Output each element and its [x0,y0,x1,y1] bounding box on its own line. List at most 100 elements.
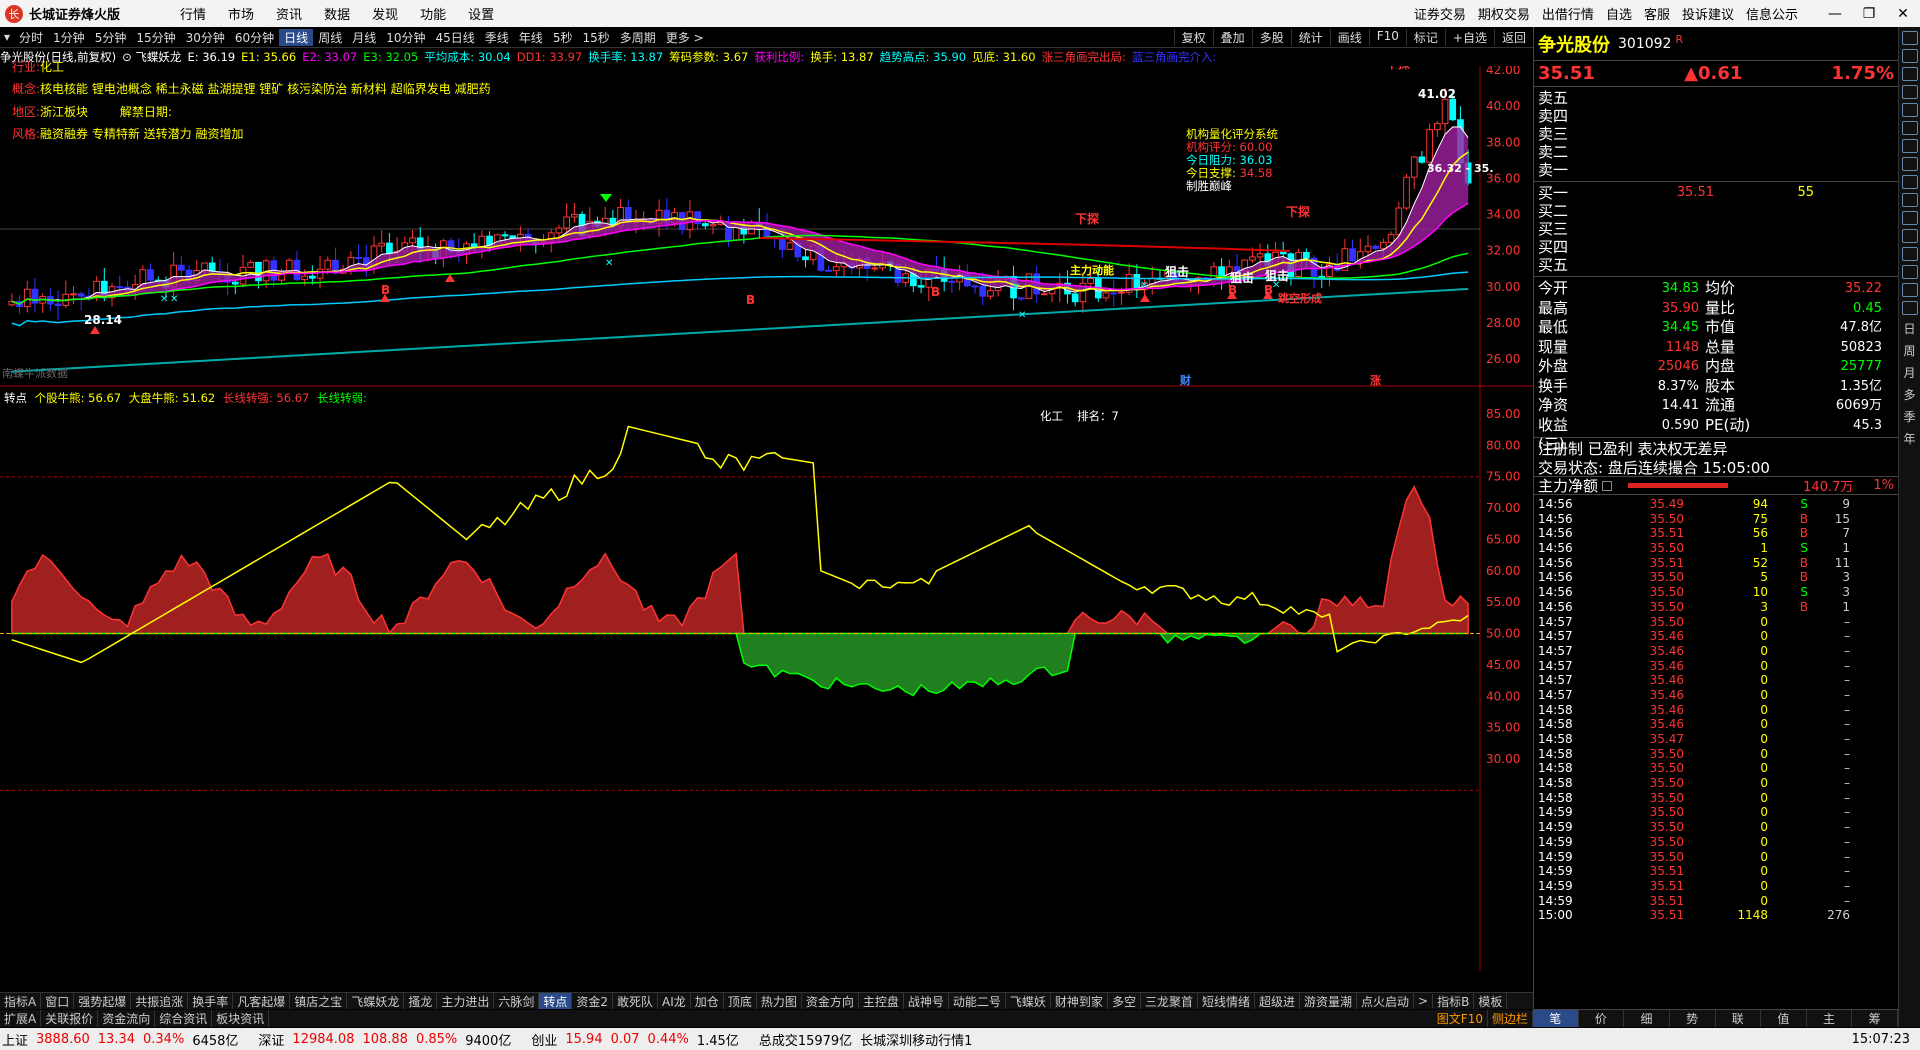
buy-level-0[interactable]: 买一 35.51 55 [1534,184,1898,202]
toolbar-period-2[interactable]: 月 [1899,364,1920,381]
period-tab-1[interactable]: 1分钟 [48,29,90,46]
top-right-menu-5[interactable]: 投诉建议 [1682,4,1734,23]
tick-list[interactable]: 14:56 35.49 94 S 9 14:56 35.50 75 B 15 14:56 35.51 5… [1534,495,1898,923]
period-tab-16[interactable]: 更多 > [661,29,709,46]
indicator-tab-13[interactable]: 敢死队 [613,993,659,1009]
indicator-tab-32[interactable]: 模板 [1474,993,1508,1009]
chart-area[interactable]: 42.00 40.00 38.00 36.00 34.00 32.00 30.00 28.00… [0,60,1533,972]
indicator-tab-31[interactable]: 指标B [1433,993,1475,1009]
quote-tab-1[interactable]: 价 [1579,1010,1625,1027]
toolbar-icon[interactable] [1902,283,1918,297]
indicator-tab-17[interactable]: 热力图 [757,993,802,1009]
period-tab-5[interactable]: 60分钟 [230,29,279,46]
menu-item-2[interactable]: 资讯 [276,8,302,23]
period-tab-14[interactable]: 15秒 [577,29,614,46]
period-tab-2[interactable]: 5分钟 [90,29,132,46]
sell-level-3[interactable]: 卖二 [1534,143,1898,161]
extension-tab-4[interactable]: 板块资讯 [212,1010,270,1027]
extension-tab-0[interactable]: 扩展A [0,1010,42,1027]
minimize-icon[interactable]: — [1818,6,1852,22]
toolbar-period-5[interactable]: 年 [1899,430,1920,447]
toolbar-icon[interactable] [1902,265,1918,279]
extension-tab-1[interactable]: 关联报价 [41,1010,99,1027]
buy-level-2[interactable]: 买三 [1534,220,1898,238]
tool-button-5[interactable]: F10 [1368,28,1406,46]
toolbar-icon[interactable] [1902,175,1918,189]
indicator-tab-23[interactable]: 财神到家 [1051,993,1108,1009]
period-tab-13[interactable]: 5秒 [548,29,578,46]
extension-right-tab-1[interactable]: 侧边栏 [1488,1010,1533,1027]
indicator-tab-0[interactable]: 指标A [0,993,42,1009]
quote-tab-2[interactable]: 细 [1624,1010,1670,1027]
indicator-tab-20[interactable]: 战神号 [904,993,949,1009]
period-tab-7[interactable]: 周线 [313,29,347,46]
tool-button-7[interactable]: +自选 [1444,28,1494,46]
indicator-tab-9[interactable]: 主力进出 [437,993,495,1009]
period-tab-8[interactable]: 月线 [347,29,381,46]
quote-tab-3[interactable]: 势 [1670,1010,1716,1027]
quote-tab-4[interactable]: 联 [1716,1010,1762,1027]
restore-icon[interactable]: ❐ [1852,6,1886,22]
indicator-tab-21[interactable]: 动能二号 [949,993,1006,1009]
indicator-tab-4[interactable]: 换手率 [188,993,234,1009]
tool-button-4[interactable]: 画线 [1329,28,1369,46]
quote-tab-0[interactable]: 笔 [1533,1010,1579,1027]
indicator-tab-8[interactable]: 搔龙 [404,993,438,1009]
indicator-tab-26[interactable]: 短线情绪 [1198,993,1255,1009]
toolbar-period-3[interactable]: 多 [1899,386,1920,403]
toolbar-icon[interactable] [1902,211,1918,225]
toolbar-period-0[interactable]: 日 [1899,320,1920,337]
period-tab-3[interactable]: 15分钟 [131,29,180,46]
toolbar-icon[interactable] [1902,85,1918,99]
toolbar-icon[interactable] [1902,229,1918,243]
indicator-tab-12[interactable]: 资金2 [572,993,614,1009]
close-icon[interactable]: ✕ [1886,6,1920,22]
indicator-tab-28[interactable]: 游资量潮 [1300,993,1358,1009]
indicator-tab-16[interactable]: 顶底 [724,993,757,1009]
menu-item-4[interactable]: 发现 [372,8,398,23]
indicator-tab-30[interactable]: > [1414,994,1434,1008]
indicator-tab-19[interactable]: 主控盘 [859,993,904,1009]
period-tab-10[interactable]: 45日线 [431,29,480,46]
toolbar-icon[interactable] [1902,103,1918,117]
period-tab-9[interactable]: 10分钟 [381,29,430,46]
period-tab-15[interactable]: 多周期 [615,29,661,46]
toolbar-icon[interactable] [1902,67,1918,81]
sell-level-2[interactable]: 卖三 [1534,125,1898,143]
period-tab-0[interactable]: 分时 [14,29,48,46]
top-right-menu-6[interactable]: 信息公示 [1746,4,1798,23]
period-tab-6[interactable]: 日线 [279,28,314,46]
toolbar-icon[interactable] [1902,301,1918,315]
top-right-menu-0[interactable]: 证券交易 [1414,4,1466,23]
toolbar-period-4[interactable]: 季 [1899,408,1920,425]
buy-level-4[interactable]: 买五 [1534,256,1898,274]
toolbar-period-1[interactable]: 周 [1899,342,1920,359]
indicator-tab-7[interactable]: 飞蝶妖龙 [347,993,405,1009]
quote-tab-5[interactable]: 值 [1761,1010,1807,1027]
top-right-menu-4[interactable]: 客服 [1644,4,1670,23]
menu-item-0[interactable]: 行情 [180,8,206,23]
quote-tab-7[interactable]: 筹 [1852,1010,1898,1027]
sell-level-1[interactable]: 卖四 [1534,107,1898,125]
period-tab-12[interactable]: 年线 [514,29,548,46]
indicator-tab-29[interactable]: 点火启动 [1357,993,1415,1009]
tool-button-1[interactable]: 叠加 [1212,28,1252,46]
tool-button-3[interactable]: 统计 [1290,28,1330,46]
indicator-tab-2[interactable]: 强势起爆 [74,993,132,1009]
indicator-tab-15[interactable]: 加仓 [691,993,724,1009]
extension-tab-3[interactable]: 综合资讯 [155,1010,213,1027]
indicator-tab-24[interactable]: 多空 [1108,993,1141,1009]
extension-right-tab-0[interactable]: 图文F10 [1433,1010,1488,1027]
indicator-tab-18[interactable]: 资金方向 [802,993,859,1009]
toolbar-icon[interactable] [1902,139,1918,153]
menu-item-5[interactable]: 功能 [420,8,446,23]
extension-tab-2[interactable]: 资金流向 [98,1010,156,1027]
indicator-tab-25[interactable]: 三龙聚首 [1141,993,1198,1009]
period-tab-4[interactable]: 30分钟 [181,29,230,46]
top-right-menu-2[interactable]: 出借行情 [1542,4,1594,23]
toolbar-icon[interactable] [1902,157,1918,171]
top-right-menu-1[interactable]: 期权交易 [1478,4,1530,23]
indicator-tab-27[interactable]: 超级进 [1255,993,1300,1009]
menu-item-1[interactable]: 市场 [228,8,254,23]
toolbar-icon[interactable] [1902,49,1918,63]
